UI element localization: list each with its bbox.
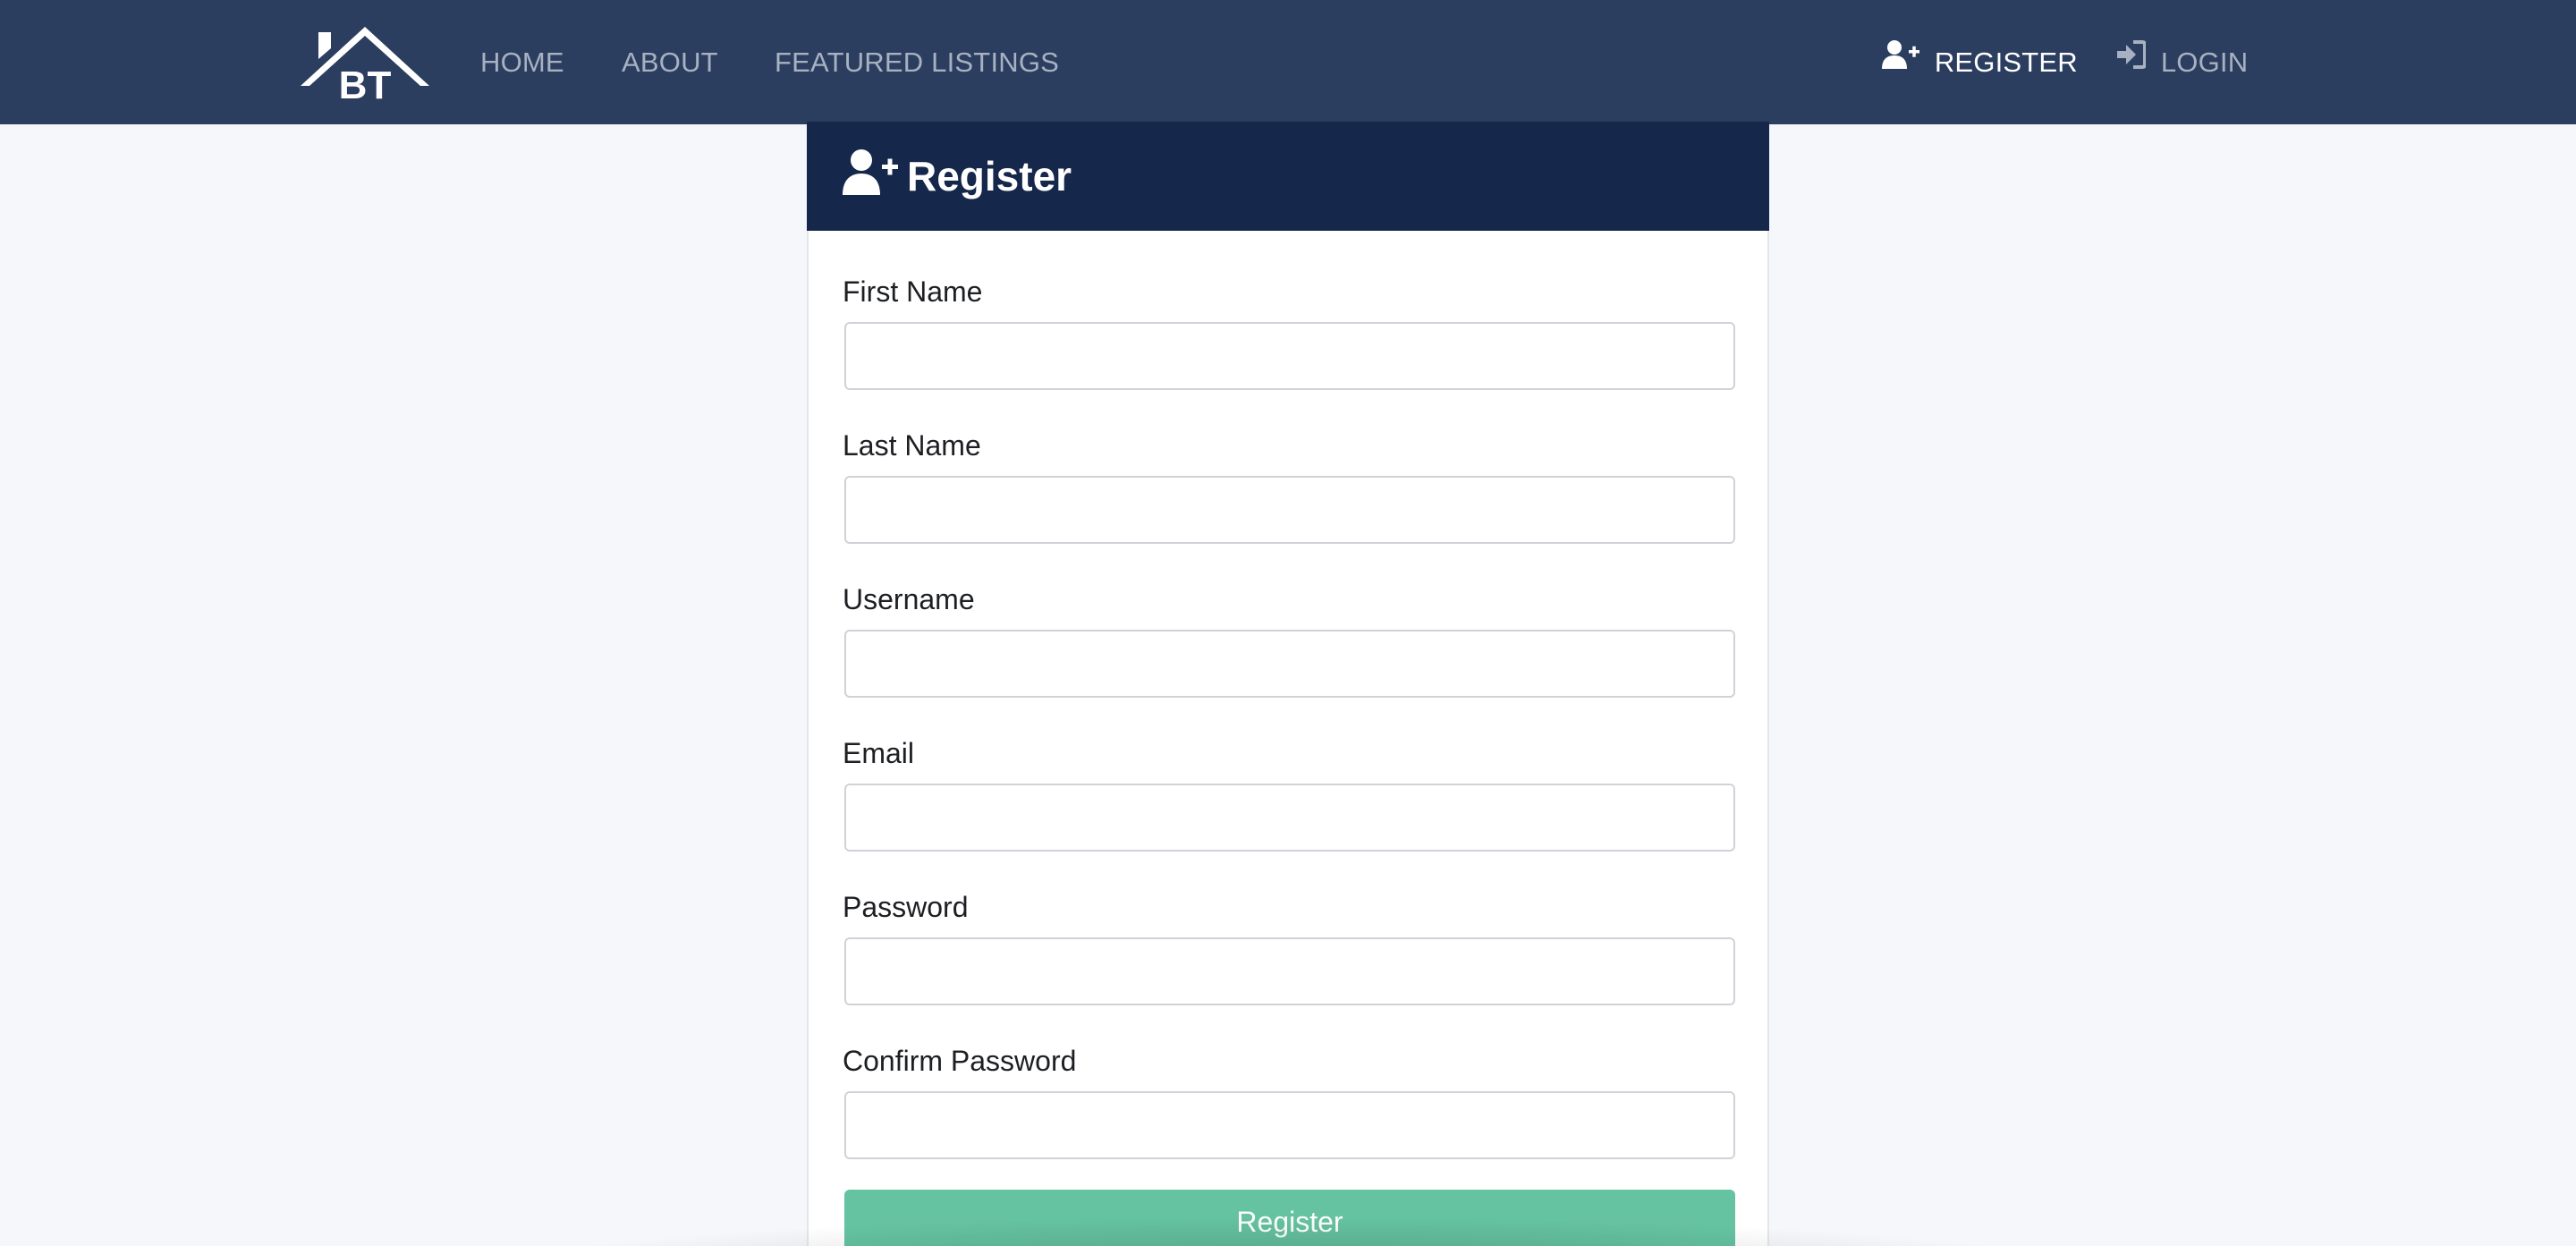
email-label: Email: [843, 737, 915, 769]
nav-home-link[interactable]: HOME: [480, 41, 564, 81]
sign-in-icon: [2115, 39, 2147, 80]
page: BT HOME ABOUT FEATURED LISTINGS REGISTER: [0, 0, 2576, 1246]
user-plus-icon: [843, 148, 898, 205]
username-label: Username: [843, 583, 975, 615]
card-title-text: Register: [907, 153, 1072, 199]
register-card: Register First Name Last Name Username E…: [807, 122, 1769, 1246]
nav-about-label: ABOUT: [622, 46, 718, 78]
first-name-input[interactable]: [844, 322, 1735, 390]
nav-about-link[interactable]: ABOUT: [622, 41, 718, 81]
brand-logo[interactable]: BT: [299, 23, 431, 107]
nav-home-label: HOME: [480, 46, 564, 78]
password-input[interactable]: [844, 937, 1735, 1005]
last-name-label: Last Name: [843, 429, 981, 462]
nav-featured-listings-label: FEATURED LISTINGS: [775, 46, 1060, 78]
confirm-password-label: Confirm Password: [843, 1045, 1077, 1077]
house-logo-icon: BT: [301, 27, 429, 107]
navbar: BT HOME ABOUT FEATURED LISTINGS REGISTER: [0, 0, 2576, 124]
confirm-password-input[interactable]: [844, 1091, 1735, 1159]
username-input[interactable]: [844, 630, 1735, 698]
nav-register-link[interactable]: REGISTER: [1882, 39, 2078, 81]
card-header: Register: [807, 122, 1769, 231]
nav-login-link[interactable]: LOGIN: [2115, 39, 2249, 81]
email-input[interactable]: [844, 784, 1735, 852]
user-plus-icon: [1882, 39, 1919, 81]
nav-featured-listings-link[interactable]: FEATURED LISTINGS: [775, 41, 1059, 81]
first-name-label: First Name: [843, 275, 983, 308]
card-title: Register: [843, 145, 1072, 208]
nav-login-label: LOGIN: [2160, 46, 2249, 78]
register-submit-button[interactable]: Register: [844, 1190, 1735, 1246]
svg-text:BT: BT: [339, 64, 392, 102]
last-name-input[interactable]: [844, 476, 1735, 544]
nav-register-label: REGISTER: [1934, 46, 2078, 78]
password-label: Password: [843, 891, 969, 923]
